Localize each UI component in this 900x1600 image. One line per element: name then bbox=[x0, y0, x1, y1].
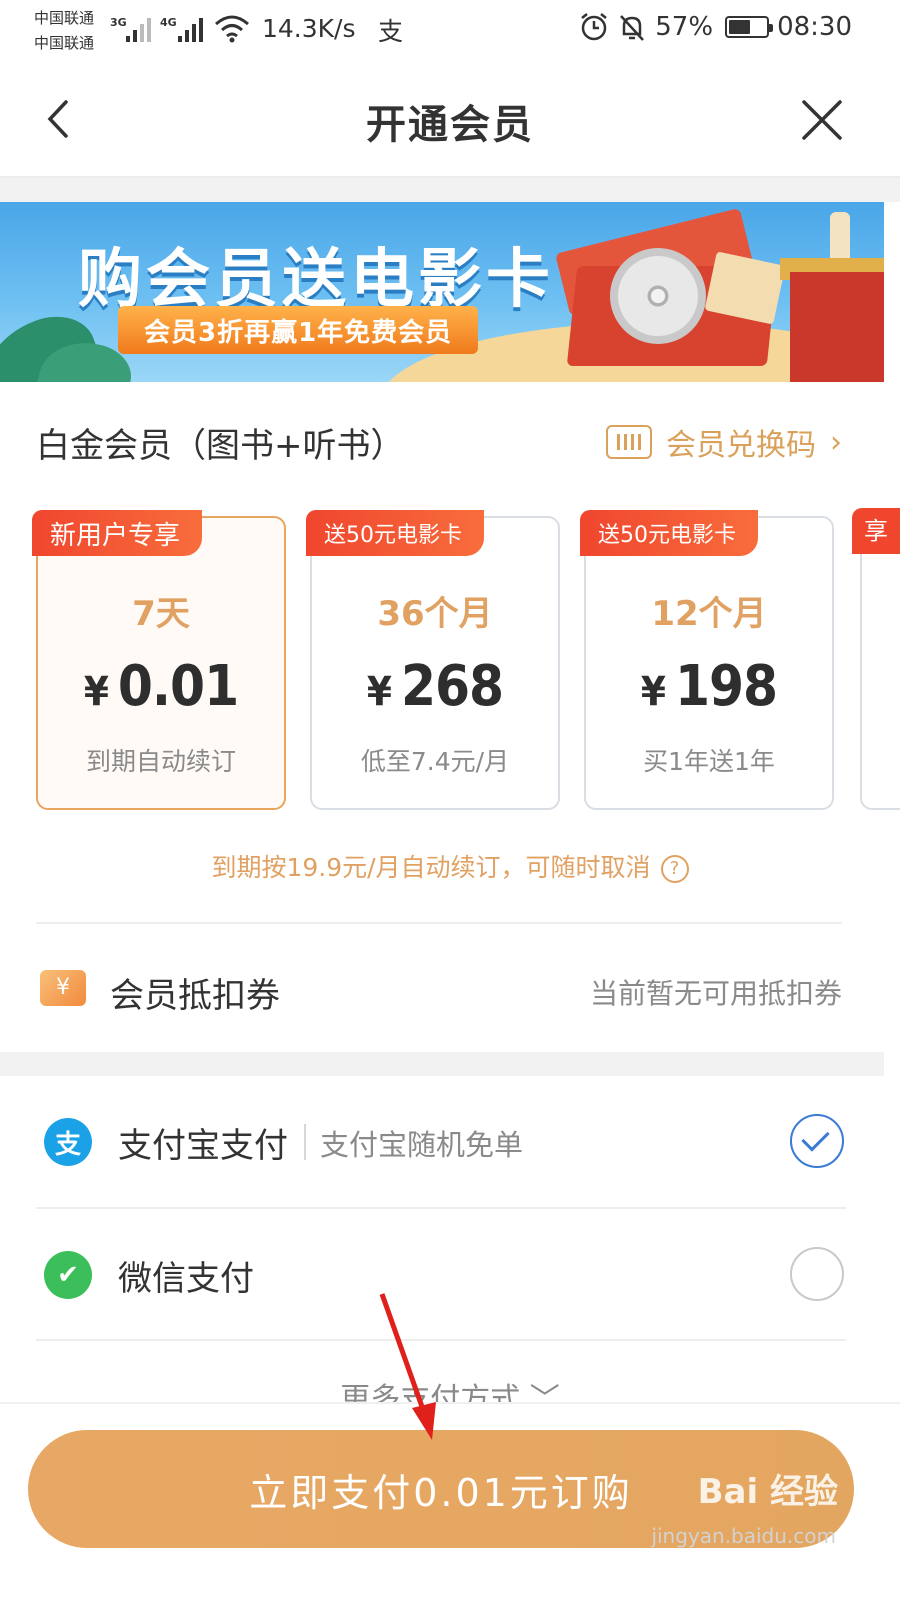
plan-price-value: 0.01 bbox=[117, 654, 239, 719]
separator bbox=[304, 1124, 306, 1160]
film-reel-icon bbox=[610, 248, 706, 344]
coupon-icon: ¥ bbox=[40, 970, 86, 1006]
watermark-logo: Bai 经验 bbox=[697, 1472, 838, 1512]
plan-price-value: 268 bbox=[400, 654, 504, 719]
carrier-2: 中国联通 bbox=[34, 34, 95, 52]
plan-card-36-months[interactable]: 送50元电影卡 36个月 ¥268 低至7.4元/月 bbox=[306, 510, 560, 810]
payment-option-alipay[interactable]: 支 支付宝支付 支付宝随机免单 bbox=[36, 1076, 846, 1208]
mute-bell-icon bbox=[620, 15, 645, 41]
divider bbox=[36, 922, 842, 924]
promo-banner[interactable]: 购会员送电影卡 会员3折再赢1年免费会员 bbox=[0, 202, 884, 382]
plan-price: ¥268 bbox=[312, 654, 558, 719]
barcode-icon bbox=[606, 425, 652, 459]
network-speed: 14.3K/s bbox=[262, 14, 356, 43]
carrier-info: 中国联通 中国联通 bbox=[34, 6, 94, 56]
auto-renew-note: 到期按19.9元/月自动续订，可随时取消? bbox=[0, 848, 900, 884]
section-gap bbox=[0, 1052, 884, 1076]
coupon-row[interactable]: ¥ 会员抵扣券 当前暂无可用抵扣券 bbox=[0, 926, 884, 1052]
watermark-url: jingyan.baidu.com bbox=[651, 1524, 836, 1548]
plan-price: ¥198 bbox=[586, 654, 832, 719]
currency-symbol: ¥ bbox=[83, 669, 109, 715]
more-payment-methods[interactable]: 更多支付方式 ﹀ bbox=[0, 1374, 900, 1404]
currency-symbol: ¥ bbox=[366, 669, 392, 715]
carrier-1: 中国联通 bbox=[34, 9, 95, 27]
plan-duration: 7天 bbox=[132, 594, 190, 634]
battery-percent: 57% bbox=[655, 12, 714, 42]
plan-tag-next: 享 bbox=[852, 508, 900, 554]
help-icon[interactable]: ? bbox=[660, 855, 689, 883]
plan-card-7-days[interactable]: 新用户专享 7天 ¥0.01 到期自动续订 bbox=[32, 510, 286, 810]
wifi-icon bbox=[215, 15, 249, 43]
alipay-notification-icon: 支 bbox=[378, 17, 404, 46]
status-bar: 中国联通 中国联通 3G 4G 14.3K/s 支 57% 08:30 bbox=[0, 0, 900, 62]
plan-list: 新用户专享 7天 ¥0.01 到期自动续订 送50元电影卡 36个月 ¥268 … bbox=[0, 508, 900, 818]
close-icon[interactable] bbox=[800, 98, 844, 142]
currency-symbol: ¥ bbox=[640, 669, 666, 715]
plan-subtitle: 买1年送1年 bbox=[643, 747, 775, 776]
banner-ribbon-text: 会员3折再赢1年免费会员 bbox=[144, 317, 453, 348]
plan-subtitle: 到期自动续订 bbox=[85, 747, 236, 776]
alarm-icon bbox=[581, 13, 608, 41]
wechat-pay-icon: ✔ bbox=[44, 1251, 92, 1299]
membership-title: 白金会员（图书+听书） bbox=[36, 426, 405, 466]
payment-label: 微信支付 bbox=[118, 1259, 254, 1299]
coupon-status: 当前暂无可用抵扣券 bbox=[589, 977, 842, 1010]
plan-tag: 新用户专享 bbox=[32, 510, 203, 556]
radio-checked[interactable] bbox=[790, 1114, 844, 1168]
payment-option-wechat[interactable]: ✔ 微信支付 bbox=[36, 1209, 846, 1341]
red-arrow-annotation bbox=[379, 1293, 436, 1440]
plan-duration: 36个月 bbox=[377, 594, 493, 634]
redeem-code-label: 会员兑换码 bbox=[666, 428, 816, 463]
pay-now-label: 立即支付0.01元订购 bbox=[249, 1470, 633, 1515]
page-title: 开通会员 bbox=[366, 101, 534, 148]
payment-promo: 支付宝随机免单 bbox=[320, 1128, 524, 1162]
plan-duration: 12个月 bbox=[651, 594, 767, 634]
signal-icon-2 bbox=[178, 18, 203, 42]
signal-icon bbox=[126, 18, 151, 42]
plan-price-value: 198 bbox=[674, 654, 778, 719]
plan-card-next[interactable] bbox=[860, 516, 900, 810]
gate-decoration bbox=[790, 272, 884, 382]
navigation-bar: 开通会员 bbox=[0, 62, 900, 178]
clock: 08:30 bbox=[777, 12, 852, 42]
radio-unchecked[interactable] bbox=[790, 1247, 844, 1301]
divider bbox=[36, 1339, 846, 1341]
network-type-2: 4G bbox=[160, 16, 177, 29]
battery-icon bbox=[725, 16, 774, 38]
payment-label: 支付宝支付 bbox=[118, 1126, 288, 1166]
plan-subtitle: 低至7.4元/月 bbox=[360, 747, 510, 776]
redeem-code-link[interactable]: 会员兑换码 › bbox=[606, 420, 842, 464]
auto-renew-text: 到期按19.9元/月自动续订，可随时取消 bbox=[211, 853, 651, 882]
plan-tag: 送50元电影卡 bbox=[306, 510, 484, 556]
status-right: 57% 08:30 bbox=[579, 12, 852, 42]
plan-card-12-months[interactable]: 送50元电影卡 12个月 ¥198 买1年送1年 bbox=[580, 510, 834, 810]
plan-tag: 送50元电影卡 bbox=[580, 510, 758, 556]
plan-price: ¥0.01 bbox=[38, 654, 284, 719]
alipay-icon: 支 bbox=[44, 1118, 92, 1166]
coupon-label: 会员抵扣券 bbox=[110, 976, 280, 1016]
banner-ribbon: 会员3折再赢1年免费会员 bbox=[118, 306, 479, 354]
chevron-right-icon: › bbox=[830, 424, 842, 460]
section-gap bbox=[0, 178, 900, 202]
